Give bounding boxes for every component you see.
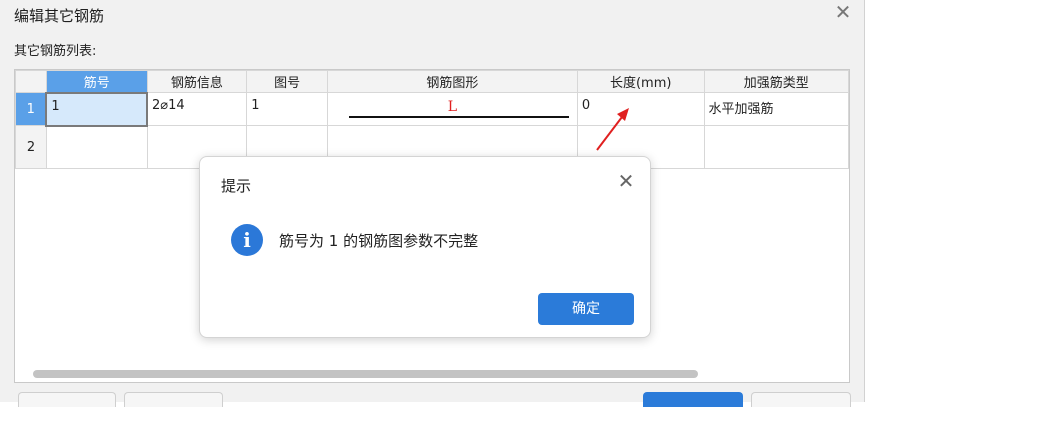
cell-info[interactable]: 2⌀14 [146,92,248,126]
rebar-list-label: 其它钢筋列表: [14,44,97,59]
shape-letter: L [447,99,458,115]
alert-dialog: 提示 ✕ i 筋号为 1 的钢筋图参数不完整 确定 [199,156,651,338]
column-header-info[interactable]: 钢筋信息 [146,70,248,93]
cell-jinhao[interactable] [45,125,148,169]
dialog-title: 编辑其它钢筋 [14,7,105,25]
bottom-left-button-2[interactable] [124,392,223,407]
column-header-shape[interactable]: 钢筋图形 [326,70,578,93]
bottom-confirm-button[interactable] [643,392,743,407]
table-row[interactable]: 1 1 2⌀14 1 L 0 水平加强筋 [15,91,849,127]
bottom-cancel-button[interactable] [751,392,851,407]
cell-shape[interactable]: L [326,92,578,126]
bottom-left-button-1[interactable] [18,392,116,407]
rebar-shape-line [348,116,569,118]
corner-header [15,70,47,93]
table-header-row: 筋号 钢筋信息 图号 钢筋图形 长度(mm) 加强筋类型 [15,70,849,93]
ok-button[interactable]: 确定 [538,293,634,325]
row-header[interactable]: 2 [15,125,47,169]
red-arrow-annotation [596,108,629,151]
column-header-length[interactable]: 长度(mm) [576,70,705,93]
horizontal-scrollbar[interactable] [33,370,698,378]
cell-tuhao[interactable]: 1 [246,92,328,126]
column-header-tuhao[interactable]: 图号 [246,70,328,93]
info-icon: i [231,224,263,256]
alert-title: 提示 [221,177,252,195]
cell-jinhao[interactable]: 1 [45,91,149,127]
row-header[interactable]: 1 [15,92,47,126]
column-header-type[interactable]: 加强筋类型 [703,70,849,93]
rebar-grid: 筋号 钢筋信息 图号 钢筋图形 长度(mm) 加强筋类型 1 1 2⌀14 1 … [15,70,849,169]
alert-message: 筋号为 1 的钢筋图参数不完整 [279,232,479,250]
cell-type[interactable]: 水平加强筋 [703,92,849,126]
close-icon[interactable]: ✕ [833,2,853,22]
column-header-jinhao[interactable]: 筋号 [45,70,148,93]
close-icon[interactable]: ✕ [615,170,637,192]
cell-type[interactable] [703,125,849,169]
